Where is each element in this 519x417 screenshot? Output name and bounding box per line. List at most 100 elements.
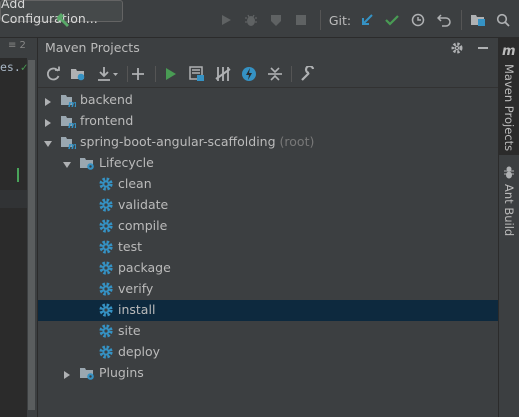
- run-icon[interactable]: [218, 9, 234, 31]
- coverage-icon[interactable]: [268, 9, 284, 31]
- tree-row[interactable]: package: [38, 258, 498, 279]
- tree-row[interactable]: m frontend: [38, 111, 498, 132]
- tree-item-label: install: [118, 302, 155, 317]
- tree-row[interactable]: Lifecycle: [38, 153, 498, 174]
- code-line: es.✓: [0, 60, 28, 74]
- panel-title: Maven Projects: [45, 40, 140, 55]
- toolbar-separator: [320, 10, 321, 30]
- settings-wrench-icon[interactable]: [299, 65, 317, 83]
- maven-projects-stripe-label: Maven Projects: [502, 64, 516, 152]
- tree-item-label: Plugins: [99, 365, 144, 380]
- minimize-icon[interactable]: [475, 39, 491, 57]
- editor-fragment: ≡ 2 es.✓: [0, 38, 36, 417]
- tree-row[interactable]: Plugins: [38, 363, 498, 384]
- tree-item-label: backend: [80, 92, 133, 107]
- tree-item-suffix: (root): [279, 134, 315, 149]
- current-line-highlight: [0, 190, 28, 208]
- expand-arrow-right-icon[interactable]: [43, 95, 53, 106]
- execute-goal-icon[interactable]: [188, 65, 206, 83]
- goal-gear-icon: [98, 344, 114, 360]
- toolbar-separator: [461, 10, 462, 30]
- goal-gear-icon: [98, 302, 114, 318]
- tree-row[interactable]: deploy: [38, 342, 498, 363]
- expand-arrow-down-icon[interactable]: [43, 137, 53, 147]
- tree-row[interactable]: m spring-boot-angular-scaffolding (root): [38, 132, 498, 153]
- git-update-icon[interactable]: [358, 9, 376, 31]
- tree-item-text: spring-boot-angular-scaffolding: [80, 134, 276, 149]
- goal-gear-icon: [98, 323, 114, 339]
- toolbar-separator: [291, 66, 292, 82]
- maven-projects-panel: Maven Projects backend frontend spring-b…: [37, 38, 498, 417]
- tree-row[interactable]: install: [38, 300, 498, 321]
- project-structure-icon[interactable]: [469, 9, 487, 31]
- reimport-icon[interactable]: [44, 65, 62, 83]
- tree-item-text: test: [118, 239, 143, 254]
- run-maven-build-icon[interactable]: [162, 65, 180, 83]
- stop-icon[interactable]: [293, 9, 309, 31]
- collapse-all-icon[interactable]: [266, 65, 284, 83]
- hammer-icon[interactable]: [54, 9, 72, 31]
- tree-item-text: verify: [118, 281, 154, 296]
- panel-header: Maven Projects: [38, 38, 498, 58]
- tree-item-label: frontend: [80, 113, 133, 128]
- expand-arrow-right-icon[interactable]: [62, 368, 72, 379]
- goal-gear-icon: [98, 281, 114, 297]
- tree-item-text: Lifecycle: [99, 155, 154, 170]
- toggle-offline-icon[interactable]: [214, 65, 232, 83]
- git-commit-icon[interactable]: [383, 9, 401, 31]
- vcs-change-marker: [17, 168, 19, 182]
- tree-item-text: clean: [118, 176, 152, 191]
- tree-item-text: frontend: [80, 113, 134, 128]
- svg-text:m: m: [68, 142, 76, 150]
- ant-build-stripe-label: Ant Build: [502, 184, 516, 237]
- tree-item-text: package: [118, 260, 171, 275]
- git-revert-icon[interactable]: [435, 9, 453, 31]
- goal-gear-icon: [98, 176, 114, 192]
- ant-icon: [503, 165, 515, 182]
- tree-item-label: package: [118, 260, 171, 275]
- goal-gear-icon: [98, 239, 114, 255]
- ant-build-stripe-button[interactable]: Ant Build: [499, 162, 519, 242]
- tree-row[interactable]: m backend: [38, 90, 498, 111]
- maven-module-icon: m: [60, 134, 77, 152]
- code-text: es.: [0, 60, 21, 74]
- editor-tab-strip: ≡ 2: [0, 38, 36, 58]
- expand-arrow-right-icon[interactable]: [43, 116, 53, 127]
- download-icon[interactable]: [96, 65, 120, 83]
- debug-icon[interactable]: [243, 9, 259, 31]
- tree-row[interactable]: site: [38, 321, 498, 342]
- tree-row[interactable]: validate: [38, 195, 498, 216]
- editor-scrollbar[interactable]: [27, 58, 36, 417]
- folder-plugins-icon: [79, 365, 95, 381]
- search-icon[interactable]: [494, 9, 512, 31]
- svg-text:m: m: [68, 100, 76, 108]
- tree-row[interactable]: test: [38, 237, 498, 258]
- tree-row[interactable]: verify: [38, 279, 498, 300]
- scrollbar-thumb[interactable]: [28, 60, 35, 410]
- tree-item-label: site: [118, 323, 141, 338]
- tree-item-label: clean: [118, 176, 152, 191]
- tree-item-text: backend: [80, 92, 133, 107]
- tree-item-text: compile: [118, 218, 168, 233]
- generate-sources-icon[interactable]: [69, 65, 87, 83]
- maven-projects-stripe-button[interactable]: m Maven Projects: [499, 38, 519, 155]
- maven-module-icon: m: [60, 113, 77, 131]
- gear-icon[interactable]: [449, 39, 465, 57]
- tree-item-label: spring-boot-angular-scaffolding (root): [80, 134, 314, 149]
- add-icon[interactable]: [129, 65, 147, 83]
- goal-gear-icon: [98, 197, 114, 213]
- tree-item-text: validate: [118, 197, 169, 212]
- tree-item-text: Plugins: [99, 365, 144, 380]
- skip-tests-icon[interactable]: [240, 65, 258, 83]
- tree-item-text: site: [118, 323, 141, 338]
- tree-row[interactable]: clean: [38, 174, 498, 195]
- tree-item-text: install: [118, 302, 156, 317]
- editor-tab-marker: ≡ 2: [8, 40, 26, 51]
- tree-row[interactable]: compile: [38, 216, 498, 237]
- git-history-icon[interactable]: [409, 9, 427, 31]
- tree-item-label: compile: [118, 218, 167, 233]
- main-toolbar: Add Configuration... Git:: [0, 0, 519, 38]
- expand-arrow-down-icon[interactable]: [62, 158, 72, 168]
- folder-lifecycle-icon: [79, 155, 95, 171]
- maven-module-icon: m: [60, 92, 77, 110]
